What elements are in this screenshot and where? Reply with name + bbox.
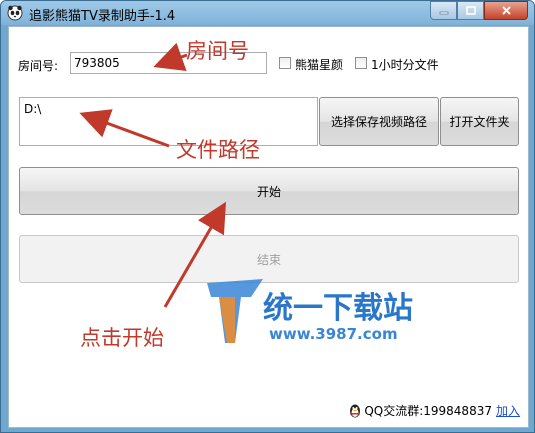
annotation-room: 房间号 (186, 39, 249, 63)
app-window: 追影熊猫TV录制助手-1.4 房间号: 熊猫星颜 1小时分文件 D:\ 选择保存… (0, 0, 535, 433)
close-icon (501, 6, 511, 15)
window-title: 追影熊猫TV录制助手-1.4 (29, 9, 176, 24)
close-button[interactable] (484, 1, 528, 20)
client-area: 房间号: 熊猫星颜 1小时分文件 D:\ 选择保存视频路径 打开文件夹 开始 结… (8, 26, 529, 428)
footer: QQ交流群:199848837 加入 (348, 402, 520, 419)
qq-group-text: QQ交流群:199848837 (364, 404, 492, 418)
annotation-path: 文件路径 (176, 138, 260, 162)
path-arrow (79, 109, 170, 148)
start-arrow (163, 201, 227, 308)
annotation-click-start: 点击开始 (80, 326, 164, 350)
caption-buttons (430, 1, 528, 20)
qq-penguin-icon (350, 404, 361, 417)
title-bar[interactable]: 追影熊猫TV录制助手-1.4 (1, 1, 534, 25)
maximize-icon (465, 5, 476, 15)
annotation-arrows (79, 42, 227, 308)
room-arrow (153, 42, 188, 72)
minimize-button[interactable] (430, 1, 457, 20)
minimize-icon (439, 11, 448, 14)
panda-icon (7, 5, 23, 21)
join-link[interactable]: 加入 (496, 402, 520, 419)
maximize-button[interactable] (457, 1, 484, 20)
